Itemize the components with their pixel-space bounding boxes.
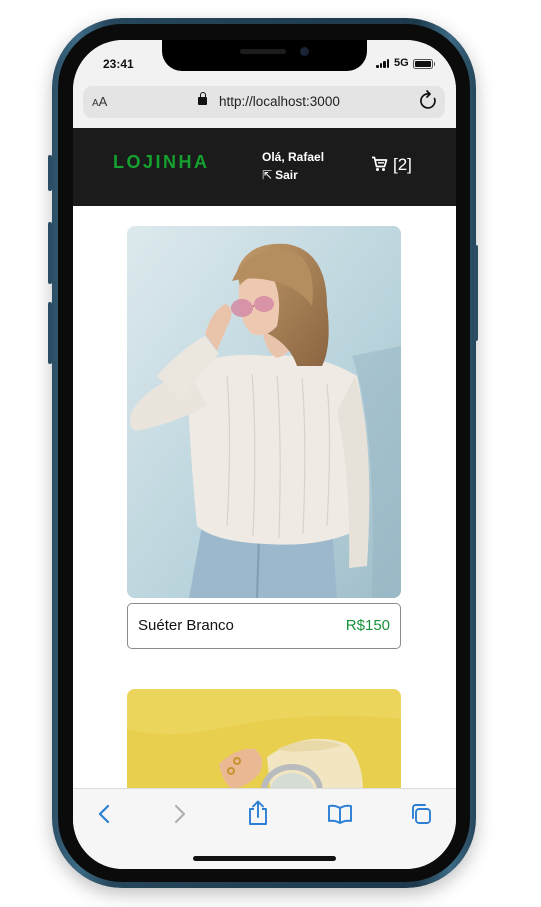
cart-button[interactable]: [2]: [371, 155, 412, 175]
site-logo[interactable]: LOJINHA: [113, 152, 210, 173]
logout-label: Sair: [275, 168, 298, 182]
product-price: R$150: [345, 617, 390, 634]
product-info[interactable]: Suéter Branco R$150: [127, 603, 401, 649]
tabs-icon[interactable]: [409, 802, 433, 826]
product-list: Suéter Branco R$150: [73, 206, 456, 788]
chevron-right-icon[interactable]: [173, 803, 187, 825]
address-bar[interactable]: AA http://localhost:3000: [83, 86, 445, 118]
browser-toolbar: [73, 788, 456, 869]
network-type: 5G: [394, 57, 409, 69]
battery-icon: [413, 59, 435, 69]
logout-icon: ⇱: [262, 168, 273, 182]
share-icon[interactable]: [246, 800, 270, 826]
lock-icon: [198, 92, 207, 105]
phone-screen: 23:41 5G AA http://localhost:3000 LOJINH…: [73, 40, 456, 869]
text-size-button[interactable]: AA: [92, 94, 107, 109]
volume-down-button: [48, 302, 52, 364]
power-button: [474, 245, 478, 341]
product-name: Suéter Branco: [138, 617, 234, 634]
front-camera: [300, 47, 309, 56]
mute-switch: [48, 155, 52, 191]
reload-icon[interactable]: [419, 90, 439, 118]
product-image[interactable]: [127, 226, 401, 598]
logout-link[interactable]: ⇱ Sair: [262, 168, 298, 182]
home-indicator[interactable]: [193, 856, 336, 861]
cart-icon: [372, 156, 388, 171]
speaker-grill: [240, 49, 286, 54]
volume-up-button: [48, 222, 52, 284]
browser-address-area: AA http://localhost:3000: [73, 86, 456, 128]
status-time: 23:41: [103, 57, 134, 71]
site-header: LOJINHA Olá, Rafael ⇱ Sair [2]: [73, 128, 456, 206]
signal-icon: [376, 59, 390, 68]
url-text[interactable]: http://localhost:3000: [219, 94, 340, 109]
product-image[interactable]: [127, 689, 401, 788]
chevron-left-icon[interactable]: [97, 803, 111, 825]
user-greeting: Olá, Rafael: [262, 150, 325, 164]
notch: [162, 40, 367, 71]
book-icon[interactable]: [327, 804, 353, 824]
cart-count: [2]: [393, 155, 412, 174]
